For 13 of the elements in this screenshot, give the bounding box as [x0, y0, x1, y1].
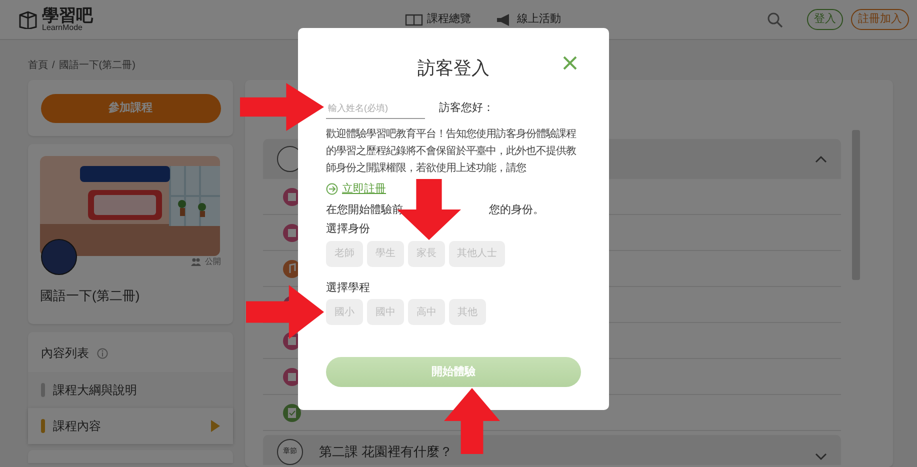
visibility-label: 公開: [205, 256, 221, 268]
notice-text: 歡迎體驗學習吧教育平台！告知您使用訪客身份體驗課程的學習之歷程紀錄將不會保留於平臺中，此外也不提供教師身份之開課權限，若欲使用上述功能，請您: [326, 127, 578, 176]
course-title: 國語一下(第二冊): [40, 287, 141, 305]
prompt-text: 您的身份。: [489, 202, 544, 218]
dialog-title: 訪客登入: [418, 57, 490, 80]
group-label: 選擇學程: [326, 280, 371, 296]
section-title: 內容列表: [41, 345, 89, 362]
logo-text: 學習吧: [42, 7, 93, 24]
logo-subtitle: LearnMode: [42, 24, 82, 32]
breadcrumb-separator: /: [52, 59, 55, 73]
group-label: 選擇身份: [326, 222, 371, 237]
greeting-text: 訪客您好：: [439, 100, 494, 116]
chapter-title: 第二課 花園裡有什麼？: [319, 443, 453, 462]
